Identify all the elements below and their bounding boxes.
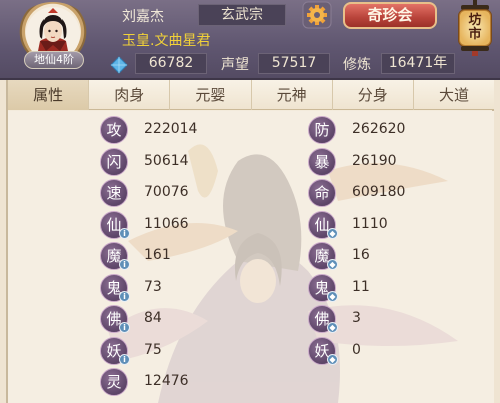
info-icon[interactable]: i [119,353,130,365]
stat-value: 84 [144,310,162,326]
diamond-icon[interactable]: ◆ [327,322,338,333]
stat-row: 命 609180 [308,179,428,207]
market-button[interactable]: 坊市 [453,0,497,56]
stat-row: 佛 ◆ 3 [308,305,428,333]
attribute-panel: 属性 肉身 元婴 元神 分身 大道 攻 222014 闪 50614 速 70076 仙 i 1… [6,80,494,403]
tab-nascent-soul[interactable]: 元婴 [170,80,252,110]
tab-clone[interactable]: 分身 [333,80,414,110]
rank-badge: 地仙4阶 [24,51,84,69]
stat-value: 0 [352,341,361,358]
gear-icon [302,1,332,29]
stat-value: 609180 [352,184,406,200]
sect-name: 玄武宗 [198,4,286,26]
stat-row: 暴 26190 [308,147,428,176]
diamond-icon[interactable]: ◆ [327,353,338,365]
cultivation-value: 16471年 [381,53,455,74]
tab-bar: 属性 肉身 元婴 元神 分身 大道 [8,80,494,110]
gems-value: 66782 [135,53,207,74]
stat-row: 佛 i 84 [100,305,220,333]
stat-row: 妖 i 75 [100,336,220,365]
stat-value: 11066 [144,215,189,232]
stat-value: 73 [144,278,162,295]
stat-value: 222014 [144,121,198,137]
stat-value: 50614 [144,152,189,169]
info-icon[interactable]: i [119,290,130,302]
stat-row: 仙 i 11066 [100,210,220,239]
stat-value: 11 [352,278,370,295]
stat-badge[interactable]: 防 [308,116,336,144]
stat-value: 16 [352,247,370,263]
stat-badge[interactable]: 攻 [100,116,128,144]
stats-content: 攻 222014 闪 50614 速 70076 仙 i 11066 魔 i 161 鬼 i 73 佛 i 84 妖… [8,111,494,403]
stat-row: 防 262620 [308,116,428,144]
stat-row: 攻 222014 [100,116,220,144]
player-header: 地仙4阶 刘嘉杰 玄武宗 奇珍会 坊市 玉皇.文曲星君 66782 声望 575… [0,0,500,80]
diamond-icon[interactable]: ◆ [327,227,338,239]
stat-badge[interactable]: 灵 [100,368,128,396]
stat-row: 鬼 ◆ 11 [308,273,428,302]
reputation-label: 声望 [221,57,249,73]
stat-value: 26190 [352,152,397,169]
stat-row: 速 70076 [100,179,220,207]
tab-attributes[interactable]: 属性 [8,80,90,110]
tab-great-dao[interactable]: 大道 [414,80,494,110]
stat-row: 魔 ◆ 16 [308,242,428,270]
stat-badge[interactable]: 命 [308,179,336,207]
stat-row: 妖 ◆ 0 [308,336,428,365]
stat-value: 70076 [144,184,189,200]
stat-badge[interactable]: 速 [100,179,128,207]
info-icon[interactable]: i [119,322,130,333]
diamond-icon[interactable]: ◆ [327,290,338,302]
market-label: 坊市 [468,13,482,42]
stat-row: 仙 ◆ 1110 [308,210,428,239]
stat-badge[interactable]: 闪 [100,147,128,176]
stat-value: 161 [144,247,171,263]
stat-row: 灵 12476 [100,368,220,396]
settings-button[interactable] [302,1,332,29]
info-icon[interactable]: i [119,259,130,270]
stat-value: 75 [144,341,162,358]
stat-value: 3 [352,310,361,326]
stat-row: 闪 50614 [100,147,220,176]
stat-value: 262620 [352,121,406,137]
tab-primordial-spirit[interactable]: 元神 [252,80,333,110]
gem-icon [110,56,128,74]
info-icon[interactable]: i [119,227,130,239]
player-titles: 玉皇.文曲星君 [122,33,211,49]
player-name: 刘嘉杰 [122,9,164,25]
reputation-value: 57517 [258,53,330,74]
stat-value: 12476 [144,373,189,389]
stat-row: 魔 i 161 [100,242,220,270]
treasure-auction-button[interactable]: 奇珍会 [343,2,437,29]
diamond-icon[interactable]: ◆ [327,259,338,270]
stat-row: 鬼 i 73 [100,273,220,302]
stat-badge[interactable]: 暴 [308,147,336,176]
stat-value: 1110 [352,215,388,232]
cultivation-label: 修炼 [343,57,371,73]
tab-body[interactable]: 肉身 [89,80,171,110]
